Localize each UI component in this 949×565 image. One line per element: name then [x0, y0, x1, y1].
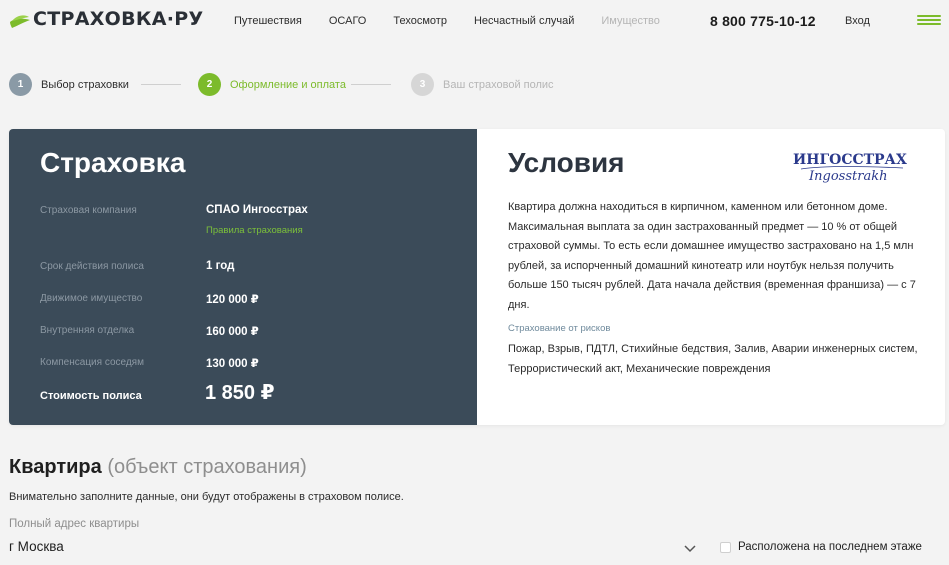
logo-leaf-icon	[10, 15, 30, 28]
last-floor-checkbox[interactable]	[720, 542, 731, 553]
step-label: Оформление и оплата	[230, 78, 346, 91]
insurance-title: Страховка	[40, 147, 186, 178]
step-label: Выбор страховки	[41, 78, 129, 91]
conditions-text: Квартира должна находиться в кирпичном, …	[508, 201, 916, 311]
insurer-logo-script: Ingosstrakh	[808, 169, 887, 184]
address-label: Полный адрес квартиры	[9, 518, 140, 530]
step-policy: 3 Ваш страховой полис	[411, 73, 554, 96]
burger-icon[interactable]	[917, 15, 941, 27]
conditions-panel: Условия ИНГОССТРАХ Ingosstrakh Квартира …	[477, 129, 945, 425]
term-value: 1 год	[206, 260, 235, 272]
apartment-description: Внимательно заполните данные, они будут …	[9, 491, 404, 503]
main-nav: Путешествия ОСАГО Техосмотр Несчастный с…	[234, 15, 687, 27]
insurance-summary: Страховка Страховая компания СПАО Ингосс…	[9, 129, 477, 425]
step-divider	[141, 84, 181, 85]
last-floor-label[interactable]: Расположена на последнем этаже	[738, 541, 922, 553]
insurer-logo-text: ИНГОССТРАХ	[793, 152, 907, 168]
neighbors-value: 130 000 ₽	[206, 358, 259, 370]
movable-property-value: 120 000 ₽	[206, 294, 259, 306]
apartment-section-title: Квартира (объект страхования)	[9, 456, 307, 479]
step-checkout: 2 Оформление и оплата	[198, 73, 346, 96]
step-label: Ваш страховой полис	[443, 78, 554, 91]
site-logo[interactable]: СТРАХОВКА·РУ	[9, 8, 203, 30]
address-input[interactable]	[9, 539, 689, 554]
logo-text: СТРАХОВКА·РУ	[33, 8, 204, 30]
nav-item-property[interactable]: Имущество	[601, 15, 660, 27]
nav-item-travel[interactable]: Путешествия	[234, 15, 302, 27]
step-divider	[351, 84, 391, 85]
step-number: 1	[9, 73, 32, 96]
nav-item-osago[interactable]: ОСАГО	[329, 15, 367, 27]
rules-link[interactable]: Правила страхования	[206, 225, 303, 236]
risks-title: Страхование от рисков	[508, 323, 611, 334]
total-value: 1 850 ₽	[205, 382, 275, 404]
apartment-title-note: (объект страхования)	[107, 456, 307, 478]
conditions-title: Условия	[508, 147, 625, 178]
risks-text: Пожар, Взрыв, ПДТЛ, Стихийные бедствия, …	[508, 343, 918, 375]
step-number: 3	[411, 73, 434, 96]
apartment-title: Квартира	[9, 456, 102, 478]
ingosstrakh-logo: ИНГОССТРАХ Ingosstrakh	[793, 152, 907, 184]
neighbors-label: Компенсация соседям	[40, 357, 144, 368]
company-label: Страховая компания	[40, 205, 137, 216]
term-label: Срок действия полиса	[40, 261, 144, 272]
step-choose-insurance[interactable]: 1 Выбор страховки	[9, 73, 129, 96]
login-link[interactable]: Вход	[845, 15, 870, 27]
total-label: Стоимость полиса	[40, 390, 142, 402]
interior-label: Внутренняя отделка	[40, 325, 135, 336]
step-number: 2	[198, 73, 221, 96]
nav-item-accident[interactable]: Несчастный случай	[474, 15, 574, 27]
movable-property-label: Движимое имущество	[40, 293, 143, 304]
site-header: СТРАХОВКА·РУ Путешествия ОСАГО Техосмотр…	[0, 0, 949, 44]
insurance-card: Страховка Страховая компания СПАО Ингосс…	[9, 129, 945, 425]
phone-number[interactable]: 8 800 775-10-12	[710, 13, 816, 29]
nav-item-inspection[interactable]: Техосмотр	[393, 15, 447, 27]
interior-value: 160 000 ₽	[206, 326, 259, 338]
chevron-down-icon[interactable]	[684, 545, 696, 553]
company-value: СПАО Ингосстрах	[206, 204, 308, 216]
